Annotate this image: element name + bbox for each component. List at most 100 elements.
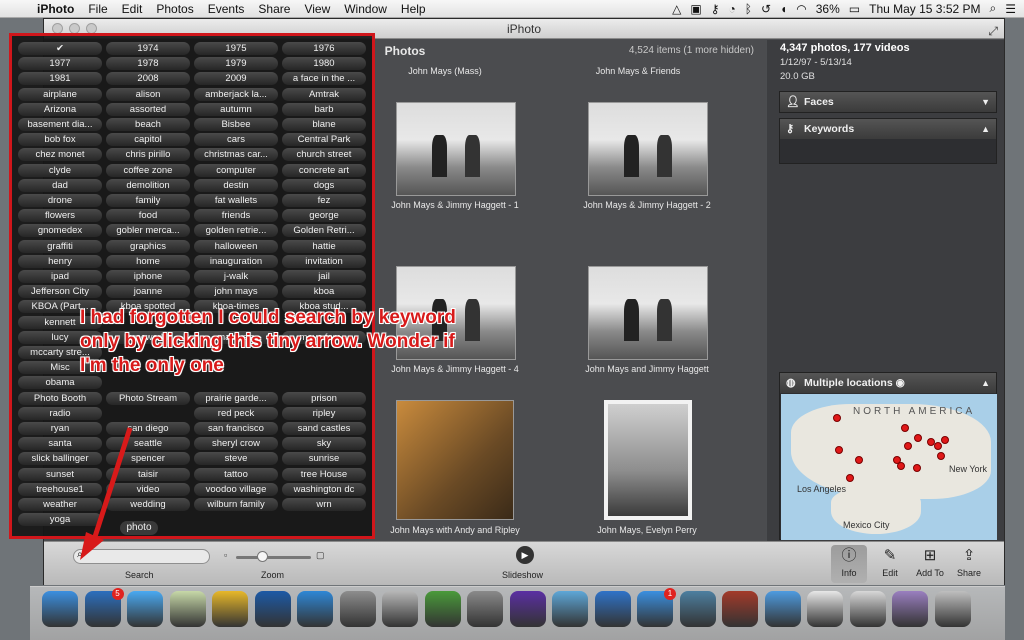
- keyword-pill[interactable]: friends: [194, 209, 278, 223]
- keyword-pill[interactable]: bob fox: [18, 133, 102, 147]
- menu-window[interactable]: Window: [337, 2, 394, 16]
- spotlight-icon[interactable]: ⌕: [990, 1, 997, 16]
- menu-help[interactable]: Help: [394, 2, 433, 16]
- chevron-down-icon[interactable]: ▼: [981, 92, 990, 112]
- battery-percent[interactable]: 36%: [816, 2, 840, 16]
- dock-app-time-machine[interactable]: [679, 591, 716, 627]
- keyword-pill[interactable]: graphics: [106, 239, 190, 253]
- event-caption[interactable]: John Mays & Friends: [538, 66, 738, 76]
- map-pin[interactable]: [941, 436, 949, 444]
- keyword-pill[interactable]: gobler merca...: [106, 224, 190, 238]
- share-button[interactable]: ⇪ Share: [951, 545, 987, 583]
- dock-app-textedit[interactable]: [807, 591, 843, 627]
- photo-caption[interactable]: John Mays and Jimmy Haggett: [547, 364, 747, 374]
- keyword-pill[interactable]: 1979: [194, 57, 278, 71]
- keyword-pill[interactable]: 2009: [194, 72, 278, 86]
- bluetooth-icon[interactable]: ᛒ: [745, 2, 752, 16]
- keyword-pill[interactable]: prairie garde...: [194, 391, 278, 405]
- menu-view[interactable]: View: [297, 2, 337, 16]
- keyword-pill[interactable]: amberjack la...: [194, 87, 278, 101]
- map-pin[interactable]: [846, 474, 854, 482]
- dock-app-tweetbot[interactable]: 5: [84, 588, 124, 627]
- keyword-pill[interactable]: demolition: [106, 178, 190, 192]
- zoom-large-icon[interactable]: ▢: [316, 550, 325, 561]
- keyword-pill[interactable]: iphone: [106, 270, 190, 283]
- dock-app-downloads[interactable]: [892, 591, 928, 627]
- play-slideshow-button[interactable]: ▶: [516, 546, 534, 564]
- keywords-section[interactable]: ⚷ Keywords ▲: [779, 118, 997, 164]
- keyword-pill[interactable]: spencer: [106, 452, 190, 466]
- keyword-pill[interactable]: computer: [194, 163, 278, 177]
- dock-app-itunes[interactable]: [594, 591, 631, 627]
- menu-edit[interactable]: Edit: [115, 2, 150, 16]
- clock[interactable]: Thu May 15 3:52 PM: [869, 2, 980, 16]
- keyword-pill[interactable]: weather: [18, 498, 102, 511]
- keyword-pill[interactable]: Photo Booth: [18, 391, 102, 405]
- menu-share[interactable]: Share: [251, 2, 297, 16]
- dock-app-photo-booth[interactable]: [722, 591, 758, 627]
- location-map[interactable]: NORTH AMERICA New York Los Angeles Mexic…: [781, 394, 997, 540]
- keyword-pill[interactable]: kboa: [282, 285, 366, 299]
- keyword-pill[interactable]: dad: [18, 178, 102, 192]
- faces-section[interactable]: 👤︎ Faces ▼: [779, 91, 997, 113]
- keyword-pill[interactable]: san francisco: [194, 422, 278, 435]
- photo-thumbnail[interactable]: [396, 400, 514, 520]
- dock-app-documents[interactable]: [849, 591, 886, 627]
- keyword-pill[interactable]: autumn: [194, 102, 278, 116]
- keyword-pill[interactable]: henry: [18, 254, 102, 268]
- keyword-pill[interactable]: tattoo: [194, 467, 278, 481]
- map-pin[interactable]: [855, 456, 863, 464]
- keyword-pill[interactable]: santa: [18, 437, 102, 451]
- map-pin[interactable]: [937, 452, 945, 460]
- collapse-arrow-icon[interactable]: ▲: [981, 373, 990, 393]
- map-pin[interactable]: [835, 446, 843, 454]
- keyword-pill[interactable]: chris pirillo: [106, 148, 190, 162]
- wifi-icon[interactable]: ◠: [796, 2, 806, 16]
- battery-icon[interactable]: ▭: [849, 2, 860, 16]
- keyword-pill[interactable]: steve: [194, 452, 278, 466]
- keyword-pill[interactable]: beach: [106, 118, 190, 131]
- photo-thumbnail[interactable]: [588, 102, 708, 196]
- map-pin[interactable]: [833, 414, 841, 422]
- keyword-pill[interactable]: j-walk: [194, 270, 278, 283]
- keyword-pill[interactable]: Photo Stream: [106, 391, 190, 405]
- selected-keyword[interactable]: photo: [120, 521, 158, 535]
- zoom-slider[interactable]: [236, 556, 311, 559]
- keyword-pill[interactable]: ripley: [282, 406, 366, 420]
- keyword-pill[interactable]: wedding: [106, 498, 190, 511]
- photo-caption[interactable]: John Mays, Evelyn Perry: [547, 525, 747, 535]
- keyword-pill[interactable]: tree House: [282, 467, 366, 481]
- dock-app-google-drive[interactable]: [424, 591, 461, 627]
- keyword-pill[interactable]: radio: [18, 406, 102, 420]
- keyword-pill[interactable]: chez monet: [18, 148, 102, 162]
- keyword-pill[interactable]: basement dia...: [18, 118, 102, 131]
- keyword-pill[interactable]: drone: [18, 194, 102, 207]
- keyword-pill[interactable]: joanne: [106, 285, 190, 299]
- keyword-pill[interactable]: assorted: [106, 102, 190, 116]
- time-machine-icon[interactable]: ↺: [761, 2, 771, 16]
- dock-app-chrome[interactable]: [212, 591, 248, 627]
- magnifier-icon[interactable]: ⌕▾: [77, 549, 87, 560]
- keyword-pill[interactable]: 1981: [18, 72, 102, 86]
- keyword-pill[interactable]: ryan: [18, 422, 102, 435]
- info-button[interactable]: ⓘ Info: [831, 545, 867, 583]
- fullscreen-icon[interactable]: ⤢: [988, 21, 998, 41]
- keyword-pill[interactable]: yoga: [18, 513, 102, 527]
- keyword-pill[interactable]: golden retrie...: [194, 224, 278, 238]
- keyword-pill[interactable]: gnomedex: [18, 224, 102, 238]
- keyword-pill[interactable]: hattie: [282, 239, 366, 253]
- keyword-pill[interactable]: family: [106, 194, 190, 207]
- dock-app-imovie[interactable]: [509, 591, 546, 627]
- collapse-arrow-icon[interactable]: ▲: [981, 119, 990, 139]
- keyword-pill[interactable]: inauguration: [194, 254, 278, 268]
- keyword-pill[interactable]: 1980: [282, 57, 366, 71]
- trash-status-icon[interactable]: ▣: [690, 2, 701, 16]
- dock-app-trash[interactable]: [934, 591, 971, 627]
- keyword-pill[interactable]: obama: [18, 376, 102, 390]
- keyword-pill[interactable]: wilburn family: [194, 498, 278, 511]
- keyword-pill[interactable]: graffiti: [18, 239, 102, 253]
- sound-icon[interactable]: ◖: [780, 2, 787, 16]
- key-icon[interactable]: ⚷: [711, 2, 720, 16]
- keyword-pill[interactable]: voodoo village: [194, 482, 278, 496]
- keyword-pill[interactable]: george: [282, 209, 366, 223]
